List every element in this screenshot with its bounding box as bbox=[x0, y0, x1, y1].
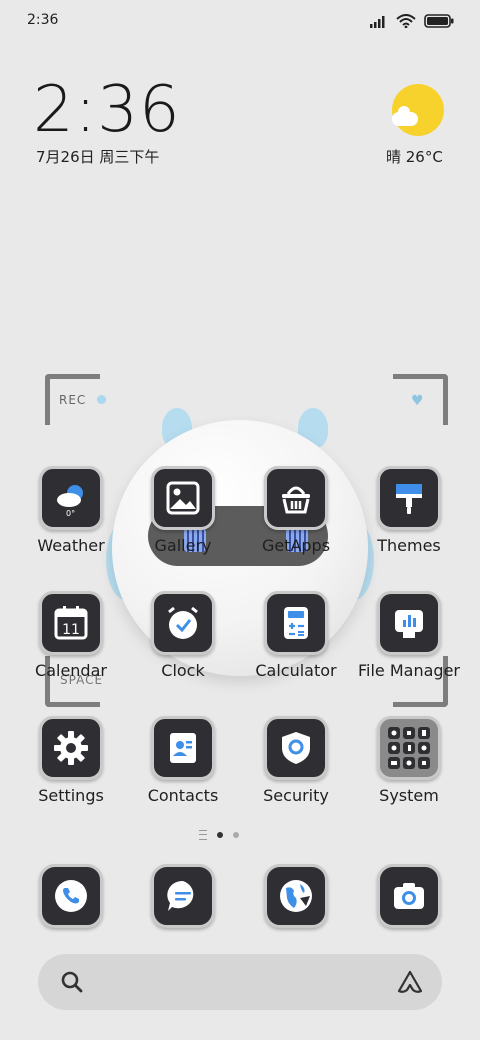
page-indicator[interactable] bbox=[199, 830, 239, 840]
camera-icon bbox=[394, 883, 424, 909]
contacts-tile bbox=[151, 716, 215, 780]
app-weather[interactable]: 0° Weather bbox=[16, 466, 126, 555]
page-dot-active[interactable] bbox=[217, 832, 223, 838]
app-calculator[interactable]: Calculator bbox=[241, 591, 351, 680]
signal-icon bbox=[370, 16, 385, 28]
app-gallery[interactable]: Gallery bbox=[128, 466, 238, 555]
app-label: Themes bbox=[377, 536, 441, 555]
security-tile bbox=[264, 716, 328, 780]
weather-icon: 0° bbox=[57, 485, 83, 518]
app-security[interactable]: Security bbox=[241, 716, 351, 805]
battery-icon bbox=[424, 14, 454, 28]
search-bar[interactable] bbox=[38, 954, 442, 1010]
heart-icon: ♥ bbox=[411, 393, 424, 409]
app-label: GetApps bbox=[261, 536, 331, 555]
app-label: Calendar bbox=[35, 661, 107, 680]
app-contacts[interactable]: Contacts bbox=[128, 716, 238, 805]
app-label: Gallery bbox=[154, 536, 212, 555]
status-bar: 2:36 bbox=[0, 0, 480, 44]
app-label: Calculator bbox=[255, 661, 337, 680]
assistant-logo-icon[interactable] bbox=[396, 968, 424, 996]
calendar-icon: 11 bbox=[54, 606, 88, 640]
app-clock[interactable]: Clock bbox=[128, 591, 238, 680]
alarm-clock-icon bbox=[168, 606, 198, 639]
dock-phone[interactable] bbox=[16, 864, 126, 928]
contact-card-icon bbox=[170, 733, 196, 763]
file-manager-tile bbox=[377, 591, 441, 655]
file-manager-icon bbox=[395, 610, 423, 638]
messages-tile bbox=[151, 864, 215, 928]
app-themes[interactable]: Themes bbox=[354, 466, 464, 555]
dock-browser[interactable] bbox=[241, 864, 351, 928]
themes-tile bbox=[377, 466, 441, 530]
weather-tile: 0° bbox=[39, 466, 103, 530]
camera-tile bbox=[377, 864, 441, 928]
search-icon bbox=[61, 971, 83, 993]
app-label: System bbox=[379, 786, 439, 805]
app-label: Clock bbox=[161, 661, 205, 680]
clock-tile bbox=[151, 591, 215, 655]
app-label: Contacts bbox=[147, 786, 219, 805]
wifi-icon bbox=[396, 14, 416, 28]
settings-tile bbox=[39, 716, 103, 780]
app-calendar[interactable]: 11 Calendar bbox=[16, 591, 126, 680]
dock-messages[interactable] bbox=[128, 864, 238, 928]
dock-camera[interactable] bbox=[354, 864, 464, 928]
browser-tile bbox=[264, 864, 328, 928]
status-icons bbox=[370, 12, 454, 30]
app-file-manager[interactable]: File Manager bbox=[354, 591, 464, 680]
phone-tile bbox=[39, 864, 103, 928]
system-folder-tile bbox=[377, 716, 441, 780]
getapps-tile bbox=[264, 466, 328, 530]
rec-label: REC bbox=[59, 393, 87, 407]
calendar-tile: 11 bbox=[39, 591, 103, 655]
calculator-icon bbox=[284, 607, 308, 639]
gear-icon bbox=[54, 731, 88, 765]
clock-widget-time[interactable]: 2:36 bbox=[33, 74, 181, 146]
brush-icon bbox=[396, 484, 422, 514]
app-system-folder[interactable]: System bbox=[354, 716, 464, 805]
calculator-tile bbox=[264, 591, 328, 655]
page-dot[interactable] bbox=[233, 832, 239, 838]
gallery-icon bbox=[166, 481, 200, 515]
weather-widget-text: 晴 26°C bbox=[386, 148, 443, 166]
browser-icon bbox=[280, 880, 312, 912]
message-icon bbox=[167, 880, 194, 911]
cloud-shape bbox=[392, 106, 418, 126]
app-label: Security bbox=[263, 786, 329, 805]
app-settings[interactable]: Settings bbox=[16, 716, 126, 805]
status-time: 2:36 bbox=[27, 12, 59, 28]
shield-icon bbox=[282, 732, 310, 764]
clock-widget-date: 7月26日 周三下午 bbox=[36, 148, 160, 166]
basket-icon bbox=[282, 486, 310, 514]
weather-tile-temp: 0° bbox=[66, 509, 75, 518]
app-getapps[interactable]: GetApps bbox=[241, 466, 351, 555]
gallery-tile bbox=[151, 466, 215, 530]
app-label: File Manager bbox=[358, 661, 460, 680]
app-label: Weather bbox=[37, 536, 105, 555]
phone-icon bbox=[55, 880, 87, 912]
calendar-day: 11 bbox=[62, 622, 80, 638]
app-label: Settings bbox=[38, 786, 104, 805]
folder-grid-icon bbox=[388, 727, 430, 769]
minus-one-screen-icon[interactable] bbox=[199, 830, 207, 840]
